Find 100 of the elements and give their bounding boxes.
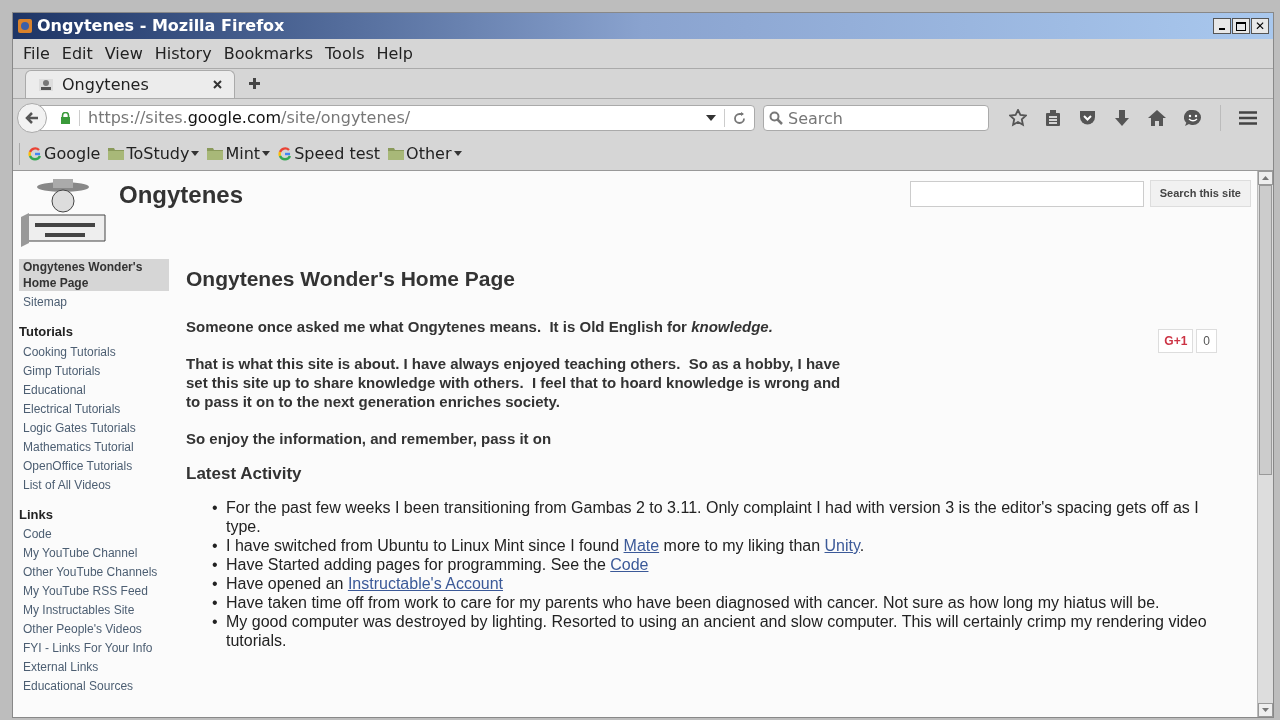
dropdown-arrow-icon[interactable] xyxy=(706,115,716,121)
google-g-icon xyxy=(28,146,42,161)
menu-item[interactable]: Help xyxy=(370,41,419,66)
tab[interactable]: Ongytenes xyxy=(25,70,235,98)
bookmark-label: Speed test xyxy=(294,142,381,165)
sidebar-link[interactable]: Educational xyxy=(19,381,169,398)
link[interactable]: Mate xyxy=(623,537,660,554)
menu-item[interactable]: View xyxy=(98,41,149,66)
bookmark[interactable]: Mint xyxy=(207,141,275,166)
maximize-button[interactable] xyxy=(1232,18,1250,34)
link[interactable]: Instructable's Account xyxy=(347,575,503,592)
activity-item: Have taken time off from work to care for my parents who have been diagnosed with cancer. Not sure as how long my hiatus will be. xyxy=(226,593,1160,612)
bookmark[interactable]: Speed test xyxy=(278,141,385,166)
paragraph: That is what this site is about. I have always enjoyed teaching others. So as a hobby, I have set this site up to share knowledge with others. I feel that to hoard knowledge is wrong and to pass it on to the next generation enriches society. xyxy=(186,353,842,411)
sidebar-link[interactable]: Logic Gates Tutorials xyxy=(19,419,169,436)
tab-label: Ongytenes xyxy=(62,73,149,96)
link[interactable]: Unity xyxy=(824,537,860,554)
sidebar-link[interactable]: Other People's Videos xyxy=(19,621,169,637)
menu-item[interactable]: Bookmarks xyxy=(217,41,320,66)
sidebar-link[interactable]: My YouTube Channel xyxy=(19,545,169,561)
sidebar-link[interactable]: Cooking Tutorials xyxy=(19,343,169,360)
bullet: • xyxy=(212,593,219,612)
new-tab-icon[interactable] xyxy=(249,78,260,89)
menu-item[interactable]: Tools xyxy=(319,41,371,66)
reload-icon[interactable] xyxy=(733,111,746,125)
sidebar-link[interactable]: My YouTube RSS Feed xyxy=(19,583,169,599)
dropdown-arrow-icon xyxy=(262,151,271,156)
site-favicon-icon xyxy=(38,76,54,93)
scroll-up-icon[interactable] xyxy=(1262,176,1269,180)
bullet: • xyxy=(212,574,219,593)
download-icon[interactable] xyxy=(1114,109,1130,127)
plus-one-count: 0 xyxy=(1196,329,1217,353)
activity-item: I have switched from Ubuntu to Linux Mint since I found Mate more to my liking than Unity. xyxy=(226,536,865,555)
home-icon[interactable] xyxy=(1148,110,1166,126)
activity-item: Have Started adding pages for programming. See the Code xyxy=(226,555,649,574)
clipboard-icon[interactable] xyxy=(1045,109,1061,127)
bullet: • xyxy=(212,612,219,632)
sidebar-link[interactable]: Gimp Tutorials xyxy=(19,362,169,379)
bookmark[interactable]: Google xyxy=(28,141,105,166)
menu-item[interactable]: History xyxy=(148,41,218,66)
google-g-icon xyxy=(278,146,293,161)
firefox-icon xyxy=(17,18,33,34)
bookmark-label: Mint xyxy=(225,142,261,165)
sidebar-link[interactable]: Mathematics Tutorial xyxy=(19,438,169,455)
section-heading: Latest Activity xyxy=(186,462,303,485)
folder-icon xyxy=(207,147,224,160)
dropdown-arrow-icon xyxy=(191,151,200,156)
site-title: Ongytenes xyxy=(119,180,244,210)
bookmark[interactable]: ToStudy xyxy=(108,141,204,166)
sidebar-link[interactable]: Sitemap xyxy=(19,294,169,310)
menu-item[interactable]: File xyxy=(17,41,56,66)
activity-item: For the past few weeks I been transitioning from Gambas 2 to 3.11. Only complaint I had with version 3 is the editor's spacing gets off as I type. xyxy=(226,498,1200,536)
scroll-down-icon[interactable] xyxy=(1262,708,1269,712)
url-field[interactable]: https://sites.google.com/site/ongytenes/ xyxy=(39,105,755,131)
sidebar-link[interactable]: Electrical Tutorials xyxy=(19,400,169,417)
sidebar-link[interactable]: My Instructables Site xyxy=(19,602,169,618)
sidebar-link[interactable]: FYI - Links For Your Info xyxy=(19,640,169,656)
bookmark[interactable]: Other xyxy=(388,141,466,166)
paragraph: So enjoy the information, and remember, pass it on xyxy=(186,428,553,448)
bookmark-label: ToStudy xyxy=(126,142,190,165)
search-icon xyxy=(769,111,783,125)
page-heading: Ongytenes Wonder's Home Page xyxy=(186,266,517,292)
dropdown-arrow-icon xyxy=(453,151,462,156)
scrollbar[interactable] xyxy=(1257,171,1273,717)
search-site-button[interactable]: Search this site xyxy=(1149,180,1251,207)
site-search-field[interactable] xyxy=(909,181,1144,207)
sidebar-link[interactable]: OpenOffice Tutorials xyxy=(19,457,169,474)
bullet: • xyxy=(212,555,219,574)
back-button[interactable] xyxy=(17,103,47,133)
sidebar-link[interactable]: Educational Sources xyxy=(19,678,169,694)
folder-icon xyxy=(388,147,405,160)
close-tab-icon[interactable] xyxy=(213,80,222,89)
google-plus-one-button[interactable]: G+1 xyxy=(1158,329,1194,353)
sidebar-heading: Tutorials xyxy=(19,323,74,341)
menu-icon[interactable] xyxy=(1239,111,1257,125)
close-button[interactable]: ✕ xyxy=(1251,18,1269,34)
star-icon[interactable] xyxy=(1009,109,1027,127)
url-text: https://sites.google.com/site/ongytenes/ xyxy=(88,107,411,129)
lock-icon xyxy=(60,112,71,124)
paragraph: Someone once asked me what Ongytenes means. It is Old English for knowledge. xyxy=(186,316,774,336)
bookmark-label: Other xyxy=(406,142,452,165)
sidebar-link[interactable]: Ongytenes Wonder's Home Page xyxy=(19,259,169,291)
sidebar-link[interactable]: List of All Videos xyxy=(19,476,169,493)
bullet: • xyxy=(212,498,219,518)
minimize-button[interactable] xyxy=(1213,18,1231,34)
activity-item: My good computer was destroyed by lighting. Resorted to using an ancient and slow computer. This will certainly crimp my rendering video tutorials. xyxy=(226,612,1208,650)
smiley-chat-icon[interactable] xyxy=(1184,109,1202,127)
activity-item: Have opened an Instructable's Account xyxy=(226,574,503,593)
sidebar-link[interactable]: External Links xyxy=(19,659,169,675)
sidebar-heading: Links xyxy=(19,505,54,524)
sidebar-link[interactable]: Other YouTube Channels xyxy=(19,564,169,580)
pocket-icon[interactable] xyxy=(1079,110,1096,126)
sidebar-link[interactable]: Code xyxy=(19,526,169,542)
search-field[interactable]: Search xyxy=(763,105,989,131)
bullet: • xyxy=(212,536,219,555)
back-arrow-icon xyxy=(25,111,39,125)
bookmark-label: Google xyxy=(44,142,101,165)
folder-icon xyxy=(108,147,125,160)
link[interactable]: Code xyxy=(610,556,649,573)
menu-item[interactable]: Edit xyxy=(55,41,99,66)
